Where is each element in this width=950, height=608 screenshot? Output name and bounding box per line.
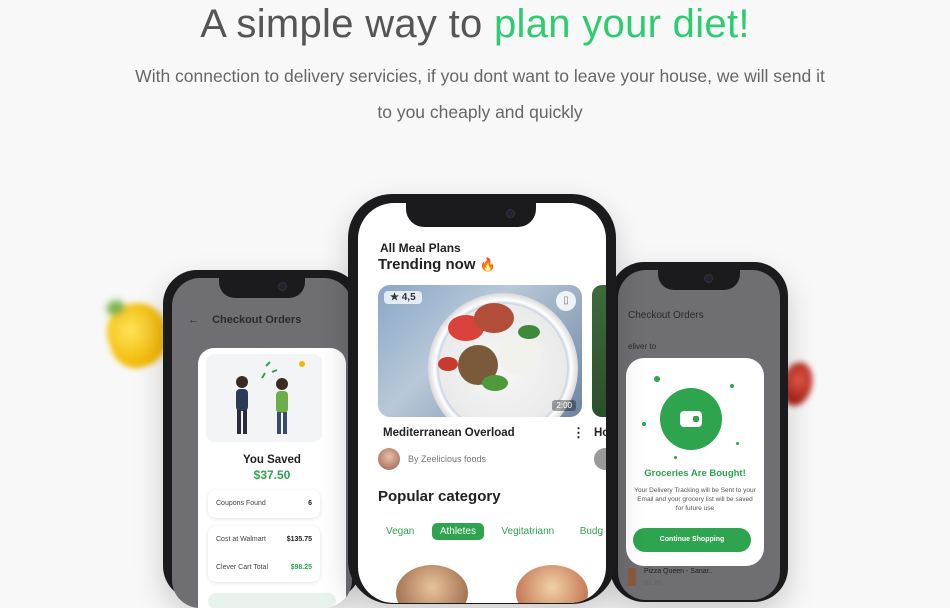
camera-icon — [704, 274, 713, 283]
chip-vegitatriann[interactable]: Vegitatriann — [493, 523, 562, 540]
confetti-dot — [642, 422, 646, 426]
avatar — [594, 448, 606, 470]
popular-category-heading: Popular category — [378, 488, 501, 505]
celebration-illustration — [206, 354, 322, 442]
success-modal: Groceries Are Bought! Your Delivery Trac… — [626, 358, 764, 566]
center-phone-screen: All Meal Plans Trending now 🔥 ★ 4,5 ▯ 2:… — [358, 203, 606, 603]
wallet-icon — [680, 411, 702, 427]
right-header-title: Checkout Orders — [628, 310, 704, 321]
pizza-price: $1.20 — [644, 580, 662, 587]
hero-title-accent: plan your diet! — [494, 2, 750, 46]
right-phone-screen: Checkout Orders eliver to Groceries Are … — [618, 270, 780, 600]
confetti-dot — [674, 456, 677, 459]
phone-mockup-right: Checkout Orders eliver to Groceries Are … — [610, 262, 788, 602]
chip-athletes[interactable]: Athletes — [431, 523, 484, 540]
left-header: ← Checkout Orders — [188, 314, 301, 326]
left-phone-screen: ← Checkout Orders You Saved $37.50 Coupo… — [172, 278, 352, 608]
trending-heading: Trending now 🔥 — [378, 256, 496, 273]
saved-title: You Saved — [243, 454, 301, 466]
row-value: $98.25 — [290, 564, 312, 571]
left-header-title: Checkout Orders — [212, 314, 302, 326]
onion-decoration — [474, 303, 514, 333]
phone-mockup-center: All Meal Plans Trending now 🔥 ★ 4,5 ▯ 2:… — [348, 194, 616, 604]
row-label: Cost at Walmart — [216, 536, 266, 543]
next-dish-name: Ho — [594, 427, 606, 439]
row-value: 6 — [308, 500, 312, 507]
phone-mockup-left: ← Checkout Orders You Saved $37.50 Coupo… — [163, 270, 361, 608]
herb-decoration — [482, 375, 508, 391]
modal-title: Groceries Are Bought! — [644, 468, 746, 479]
continue-shopping-button[interactable]: Continue Shopping — [633, 528, 751, 552]
herb-decoration — [518, 325, 540, 339]
yogurt-decoration — [498, 335, 542, 375]
wallet-icon-circle — [660, 388, 722, 450]
more-options-icon[interactable]: ⋮ — [572, 425, 585, 441]
all-meal-plans-label: All Meal Plans — [380, 241, 461, 255]
rating-value: 4,5 — [401, 292, 416, 303]
category-image[interactable] — [396, 565, 468, 603]
cost-box: Cost at Walmart $135.75 Clever Cart Tota… — [208, 526, 320, 582]
deliver-to-label: eliver to — [628, 342, 657, 351]
category-chips: Vegan Athletes Vegitatriann Budg — [378, 521, 606, 540]
hero-title: A simple way to plan your diet! — [0, 0, 950, 48]
list-item: Clever Cart Total $98.25 — [208, 554, 320, 582]
next-meal-card-image[interactable] — [592, 285, 606, 417]
confetti-dot — [730, 384, 734, 388]
back-arrow-icon[interactable]: ← — [188, 314, 199, 326]
author-name: By Zeelicious foods — [408, 454, 487, 464]
list-item: Cost at Walmart $135.75 — [208, 526, 320, 554]
camera-icon — [278, 282, 287, 291]
chip-vegan[interactable]: Vegan — [378, 523, 422, 540]
hero-subtitle: With connection to delivery servicies, i… — [135, 66, 825, 122]
duration-badge: 2:00 — [552, 400, 576, 411]
confetti-dot — [654, 376, 660, 382]
bookmark-icon[interactable]: ▯ — [556, 291, 576, 311]
fire-icon: 🔥 — [479, 257, 496, 272]
row-label: Clever Cart Total — [216, 564, 269, 571]
pepper-decoration — [438, 357, 458, 371]
phone-notch — [219, 278, 305, 298]
pizza-name: Pizza Queen - Sanar.. — [644, 568, 713, 575]
phone-notch — [406, 203, 536, 227]
rating-badge: ★ 4,5 — [384, 291, 422, 304]
trending-label: Trending now — [378, 256, 476, 273]
hero-title-plain: A simple way to — [200, 2, 483, 46]
pizza-thumbnail — [628, 568, 636, 586]
chip-budget[interactable]: Budg — [572, 523, 606, 540]
avatar — [378, 448, 400, 470]
meal-card-image[interactable]: ★ 4,5 ▯ 2:00 — [378, 285, 582, 417]
category-image[interactable] — [516, 565, 588, 603]
savings-card: You Saved $37.50 Coupons Found 6 Cost at… — [198, 348, 346, 608]
list-item: Coupons Found 6 — [208, 490, 320, 518]
row-label: Coupons Found — [216, 500, 266, 507]
row-value: $135.75 — [286, 536, 312, 543]
saved-amount: $37.50 — [253, 468, 291, 482]
dish-name: Mediterranean Overload — [383, 427, 515, 439]
coupons-box: Coupons Found 6 — [208, 490, 320, 518]
phone-notch — [658, 270, 740, 290]
star-icon: ★ — [390, 292, 399, 303]
camera-icon — [506, 209, 515, 218]
confetti-dot — [736, 442, 739, 445]
modal-description: Your Delivery Tracking will be Sent to y… — [634, 487, 756, 512]
bottom-bar — [208, 593, 336, 608]
